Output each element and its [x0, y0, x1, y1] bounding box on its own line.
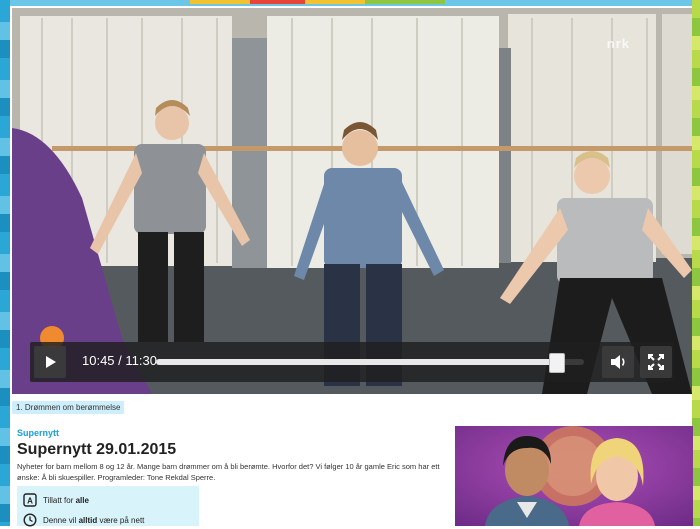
- seek-bar-fill: [156, 359, 556, 365]
- program-title: Supernytt 29.01.2015: [17, 441, 177, 458]
- right-decorative-border: [692, 0, 700, 526]
- program-thumbnail[interactable]: [455, 426, 693, 526]
- seek-bar[interactable]: [156, 353, 584, 373]
- video-controls: 10:45 / 11:30: [30, 342, 674, 382]
- video-player[interactable]: nrk 10:45 / 11:30: [12, 8, 692, 394]
- current-time: 10:45: [82, 353, 115, 368]
- svg-text:A: A: [27, 497, 33, 506]
- rating-box: A Tillatt for alle Denne vil alltid være…: [17, 486, 199, 527]
- duration: 11:30: [125, 353, 157, 368]
- seek-handle[interactable]: [548, 353, 565, 373]
- nrk-watermark: nrk: [606, 36, 630, 51]
- availability-prefix: Denne vil: [43, 516, 79, 525]
- time-display: 10:45 / 11:30: [82, 353, 157, 368]
- thumbnail-image: [455, 426, 693, 526]
- volume-button[interactable]: [602, 346, 634, 378]
- availability-suffix: være på nett: [97, 516, 145, 525]
- time-separator: /: [114, 353, 126, 368]
- fullscreen-icon: [648, 354, 664, 370]
- chapter-marker[interactable]: 1. Drømmen om berømmelse: [12, 401, 125, 414]
- speaker-icon: [611, 355, 625, 369]
- series-link[interactable]: Supernytt: [17, 428, 59, 438]
- age-rating-value: alle: [75, 496, 89, 505]
- availability-value: alltid: [78, 516, 98, 525]
- clock-icon: [23, 513, 37, 527]
- play-icon: [46, 356, 56, 368]
- play-button[interactable]: [34, 346, 66, 378]
- top-color-strip: [0, 0, 700, 6]
- program-description: Nyheter for barn mellom 8 og 12 år. Mang…: [17, 462, 440, 482]
- age-rating-icon: A: [23, 493, 37, 507]
- age-rating-prefix: Tillatt for: [43, 496, 76, 505]
- fullscreen-button[interactable]: [640, 346, 672, 378]
- video-frame: [12, 8, 692, 394]
- left-decorative-border: [0, 0, 10, 526]
